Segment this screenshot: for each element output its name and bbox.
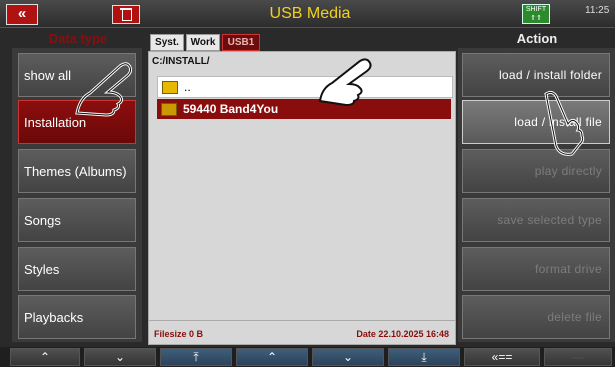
page-down-icon[interactable]: ⌄ [84,348,156,366]
file-row-selected[interactable]: 59440 Band4You [157,99,451,119]
scroll-down-icon[interactable]: ⌄ [312,348,384,366]
file-browser: C:/INSTALL/ .. 59440 Band4You Filesize 0… [148,51,456,345]
action-panel: load / install folder load / install fil… [458,48,615,342]
folder-open-icon [162,80,178,94]
shift-icon: SHIFT ⇑⇑ [522,4,550,24]
bottom-nav: ⌃ ⌄ ⤒ ⌃ ⌄ ⤓ «== --- [0,347,615,367]
page-up-icon[interactable]: ⌃ [10,348,80,366]
page-title: USB Media [269,5,351,22]
jump-top-icon[interactable]: ⤒ [160,348,232,366]
back-button[interactable]: « [6,4,38,25]
jump-bottom-icon[interactable]: ⤓ [388,348,460,366]
delete-file-button[interactable]: delete file [462,295,610,339]
date-label: Date 22.10.2025 16:48 [356,329,449,339]
type-playbacks-button[interactable]: Playbacks [18,295,136,339]
clock: 11:25 [585,5,610,16]
current-path: C:/INSTALL/ [152,56,210,67]
data-type-label: Data type [48,31,108,46]
filesize-label: Filesize 0 B [154,329,204,339]
parent-folder-row[interactable]: .. [157,76,453,98]
tab-usb1[interactable]: USB1 [222,34,260,51]
save-selected-type-button[interactable]: save selected type [462,198,610,242]
top-bar: « USB Media SHIFT ⇑⇑ 11:25 [0,0,615,28]
back-nav-button[interactable]: «== [464,348,540,366]
scroll-up-icon[interactable]: ⌃ [236,348,308,366]
file-status-bar: Filesize 0 B Date 22.10.2025 16:48 [149,320,455,345]
tab-work[interactable]: Work [186,34,220,51]
trash-icon[interactable] [112,5,140,24]
format-drive-button[interactable]: format drive [462,247,610,291]
pointing-hand-icon [75,62,133,117]
type-styles-button[interactable]: Styles [18,247,136,291]
type-themes-button[interactable]: Themes (Albums) [18,149,136,193]
type-songs-button[interactable]: Songs [18,198,136,242]
pointing-hand-icon [318,58,372,107]
folder-icon [161,102,177,116]
action-label: Action [516,31,558,46]
tab-syst[interactable]: Syst. [150,34,184,51]
pointing-hand-icon [544,90,585,156]
empty-nav-button[interactable]: --- [544,348,612,366]
